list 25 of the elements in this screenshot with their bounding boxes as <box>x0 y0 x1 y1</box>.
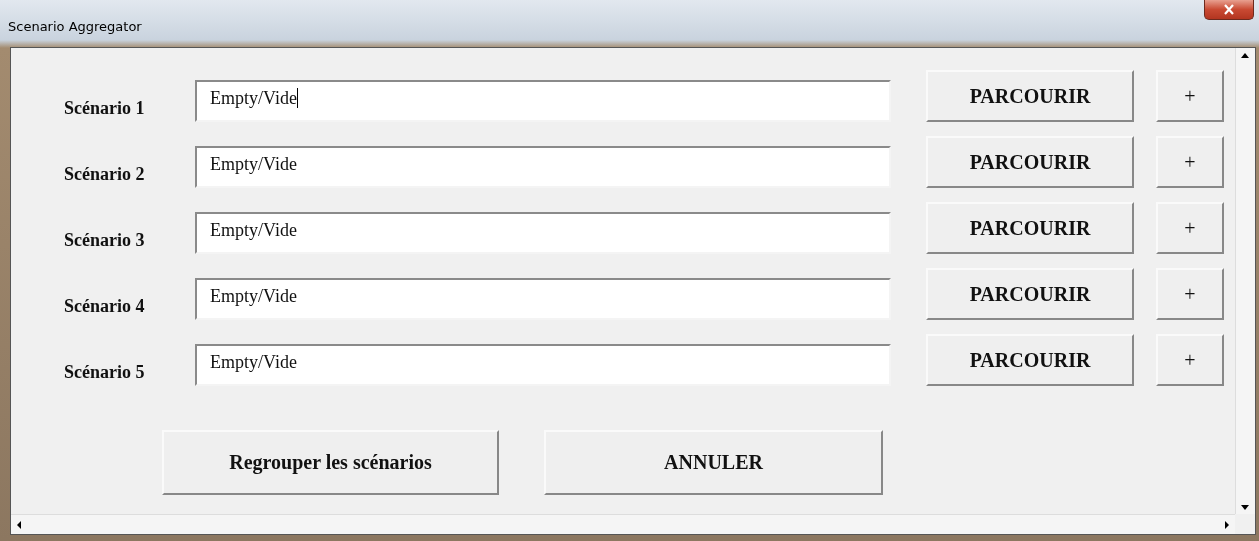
path-field[interactable]: Empty/Vide <box>195 146 891 188</box>
path-field[interactable]: Empty/Vide <box>195 344 891 386</box>
close-button[interactable] <box>1204 0 1254 20</box>
add-button[interactable]: + <box>1156 268 1224 320</box>
cancel-button[interactable]: ANNULER <box>544 430 883 495</box>
path-field[interactable]: Empty/Vide <box>195 80 891 122</box>
window-title: Scenario Aggregator <box>8 19 142 34</box>
scenario-label: Scénario 1 <box>63 97 146 119</box>
browse-button[interactable]: PARCOURIR <box>926 70 1134 122</box>
scenario-label: Scénario 2 <box>63 163 146 185</box>
path-field[interactable]: Empty/Vide <box>195 212 891 254</box>
path-field[interactable]: Empty/Vide <box>195 278 891 320</box>
scenario-label: Scénario 4 <box>63 295 146 317</box>
browse-button[interactable]: PARCOURIR <box>926 334 1134 386</box>
add-button[interactable]: + <box>1156 202 1224 254</box>
scenario-label: Scénario 5 <box>63 361 146 383</box>
merge-button[interactable]: Regrouper les scénarios <box>162 430 499 495</box>
browse-button[interactable]: PARCOURIR <box>926 202 1134 254</box>
add-button[interactable]: + <box>1156 334 1224 386</box>
browse-button[interactable]: PARCOURIR <box>926 268 1134 320</box>
add-button[interactable]: + <box>1156 70 1224 122</box>
browse-button[interactable]: PARCOURIR <box>926 136 1134 188</box>
add-button[interactable]: + <box>1156 136 1224 188</box>
scenario-label: Scénario 3 <box>63 229 146 251</box>
close-icon <box>1223 4 1235 15</box>
